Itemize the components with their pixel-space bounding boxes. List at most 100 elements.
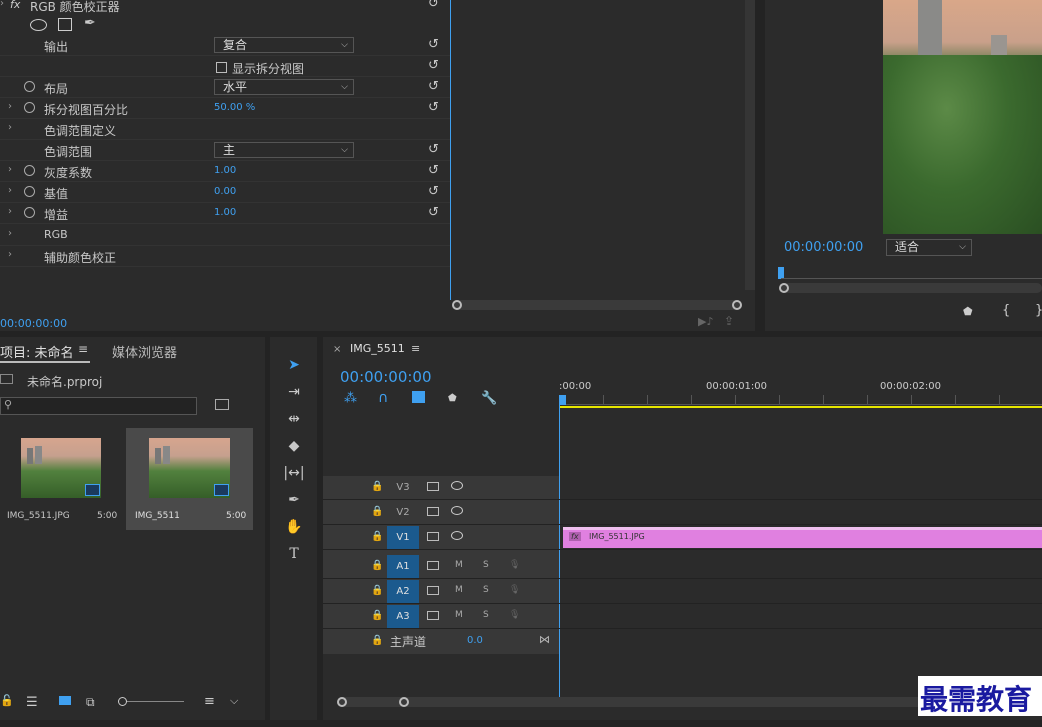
lock-icon[interactable]: 🔓 — [0, 694, 14, 707]
stopwatch-icon[interactable] — [24, 207, 35, 218]
find-bin-icon[interactable] — [215, 399, 229, 410]
program-zoom-bar[interactable] — [779, 283, 1042, 293]
zoom-handle-right[interactable] — [732, 300, 742, 310]
sequence-tab-title[interactable]: IMG_5511 — [350, 342, 405, 355]
lock-icon[interactable]: 🔒 — [371, 585, 383, 596]
ellipse-mask-icon[interactable] — [30, 19, 47, 31]
eye-icon[interactable] — [451, 506, 463, 515]
track-target[interactable]: A3 — [387, 605, 419, 628]
track-target[interactable]: V3 — [387, 476, 419, 499]
reset-icon[interactable]: ↺ — [428, 37, 439, 52]
tab-media-browser[interactable]: 媒体浏览器 — [112, 342, 177, 361]
track-v2[interactable]: 🔒 V2 — [323, 501, 1042, 525]
timeline-timecode[interactable]: 00:00:00:00 — [340, 368, 432, 386]
reset-icon[interactable]: ↺ — [428, 163, 439, 178]
twirl-icon[interactable]: › — [8, 249, 12, 260]
mic-icon[interactable]: 🎙 — [509, 610, 520, 620]
reset-icon[interactable]: ↺ — [428, 100, 439, 115]
track-v3[interactable]: 🔒 V3 — [323, 476, 1042, 500]
solo-button[interactable]: S — [483, 585, 489, 595]
video-clip[interactable]: fx IMG_5511.JPG — [563, 527, 1042, 548]
slip-tool[interactable]: |↔| — [282, 462, 306, 484]
fx-badge[interactable]: fx — [10, 0, 20, 11]
twirl-icon[interactable]: › — [8, 122, 12, 133]
track-select-tool[interactable]: ⇥ — [282, 381, 306, 403]
panel-menu-icon[interactable]: ≡ — [411, 342, 420, 355]
go-to-end-icon[interactable]: ⋈ — [539, 633, 550, 646]
lock-icon[interactable]: 🔒 — [371, 531, 383, 542]
track-a1[interactable]: 🔒 A1 M S 🎙 — [323, 555, 1042, 579]
mute-button[interactable]: M — [455, 560, 463, 570]
ec-timecode[interactable]: 00:00:00:00 — [0, 317, 67, 330]
project-item[interactable]: IMG_5511.JPG 5:00 — [0, 428, 125, 530]
mark-in-icon[interactable]: { — [1002, 303, 1010, 318]
zoom-handle-right[interactable] — [399, 697, 409, 707]
track-master[interactable]: 🔒 主声道 0.0 ⋈ — [323, 630, 1042, 654]
toggle-sync-icon[interactable] — [427, 482, 439, 491]
pen-mask-icon[interactable]: ✒ — [84, 15, 96, 31]
track-target[interactable]: A2 — [387, 580, 419, 603]
tab-project[interactable]: 项目: 未命名 — [0, 342, 74, 361]
twirl-icon[interactable]: › — [8, 185, 12, 196]
snap-icon[interactable]: ∩ — [378, 390, 388, 406]
param-value[interactable]: 50.00 % — [214, 102, 255, 113]
toggle-sync-icon[interactable] — [427, 507, 439, 516]
split-view-checkbox[interactable] — [216, 62, 227, 73]
track-a2[interactable]: 🔒 A2 M S 🎙 — [323, 580, 1042, 604]
lock-icon[interactable]: 🔒 — [371, 635, 383, 646]
play-audio-icon[interactable]: ▶♪ — [698, 315, 713, 328]
selection-tool[interactable]: ➤ — [282, 354, 306, 376]
param-value[interactable]: 1.00 — [214, 165, 236, 176]
track-target[interactable]: V1 — [387, 526, 419, 549]
slider-knob[interactable] — [118, 697, 127, 706]
work-area-bar[interactable] — [559, 406, 1042, 408]
stopwatch-icon[interactable] — [24, 186, 35, 197]
panel-menu-icon[interactable]: ≡ — [78, 342, 88, 356]
add-marker-icon[interactable]: ⬟ — [448, 393, 457, 404]
lock-icon[interactable]: 🔒 — [371, 506, 383, 517]
icon-view-icon[interactable] — [59, 696, 71, 705]
timeline-playhead[interactable] — [559, 395, 566, 405]
mark-out-icon[interactable]: } — [1035, 303, 1042, 318]
stopwatch-icon[interactable] — [24, 81, 35, 92]
twirl-icon[interactable]: › — [0, 0, 4, 9]
sort-icon[interactable]: ≡ — [204, 694, 215, 709]
list-view-icon[interactable]: ☰ — [26, 695, 38, 710]
mic-icon[interactable]: 🎙 — [509, 560, 520, 570]
close-icon[interactable]: × — [333, 344, 341, 355]
ec-timeline-area[interactable] — [450, 0, 745, 300]
lock-icon[interactable]: 🔒 — [371, 560, 383, 571]
reset-icon[interactable]: ↺ — [428, 205, 439, 220]
track-target[interactable]: A1 — [387, 555, 419, 578]
ripple-edit-tool[interactable]: ⇹ — [282, 408, 306, 430]
zoom-slider[interactable] — [118, 697, 184, 706]
twirl-icon[interactable]: › — [8, 101, 12, 112]
output-dropdown[interactable]: 复合 ⌵ — [214, 37, 354, 53]
twirl-icon[interactable]: › — [8, 228, 12, 239]
chevron-down-icon[interactable]: ⌵ — [230, 694, 238, 708]
eye-icon[interactable] — [451, 531, 463, 540]
toggle-sync-icon[interactable] — [427, 611, 439, 620]
pen-tool[interactable]: ✒ — [282, 489, 306, 511]
add-marker-icon[interactable]: ⬟ — [963, 305, 973, 318]
toggle-sync-icon[interactable] — [427, 586, 439, 595]
nest-toggle-icon[interactable]: ⁂ — [344, 391, 357, 406]
track-a3[interactable]: 🔒 A3 M S 🎙 — [323, 605, 1042, 629]
solo-button[interactable]: S — [483, 610, 489, 620]
solo-button[interactable]: S — [483, 560, 489, 570]
stopwatch-icon[interactable] — [24, 102, 35, 113]
twirl-icon[interactable]: › — [8, 164, 12, 175]
zoom-handle-left[interactable] — [337, 697, 347, 707]
lock-icon[interactable]: 🔒 — [371, 610, 383, 621]
track-v1[interactable]: 🔒 V1 fx IMG_5511.JPG — [323, 526, 1042, 550]
mute-button[interactable]: M — [455, 585, 463, 595]
hand-tool[interactable]: ✋ — [282, 516, 306, 538]
rectangle-mask-icon[interactable] — [58, 18, 72, 31]
lock-icon[interactable]: 🔒 — [371, 481, 383, 492]
reset-icon[interactable]: ↺ — [428, 142, 439, 157]
track-target[interactable]: V2 — [387, 501, 419, 524]
reset-icon[interactable]: ↺ — [428, 79, 439, 94]
reset-icon[interactable]: ↺ — [428, 58, 439, 73]
toggle-sync-icon[interactable] — [427, 561, 439, 570]
razor-tool[interactable]: ◆ — [282, 435, 306, 457]
